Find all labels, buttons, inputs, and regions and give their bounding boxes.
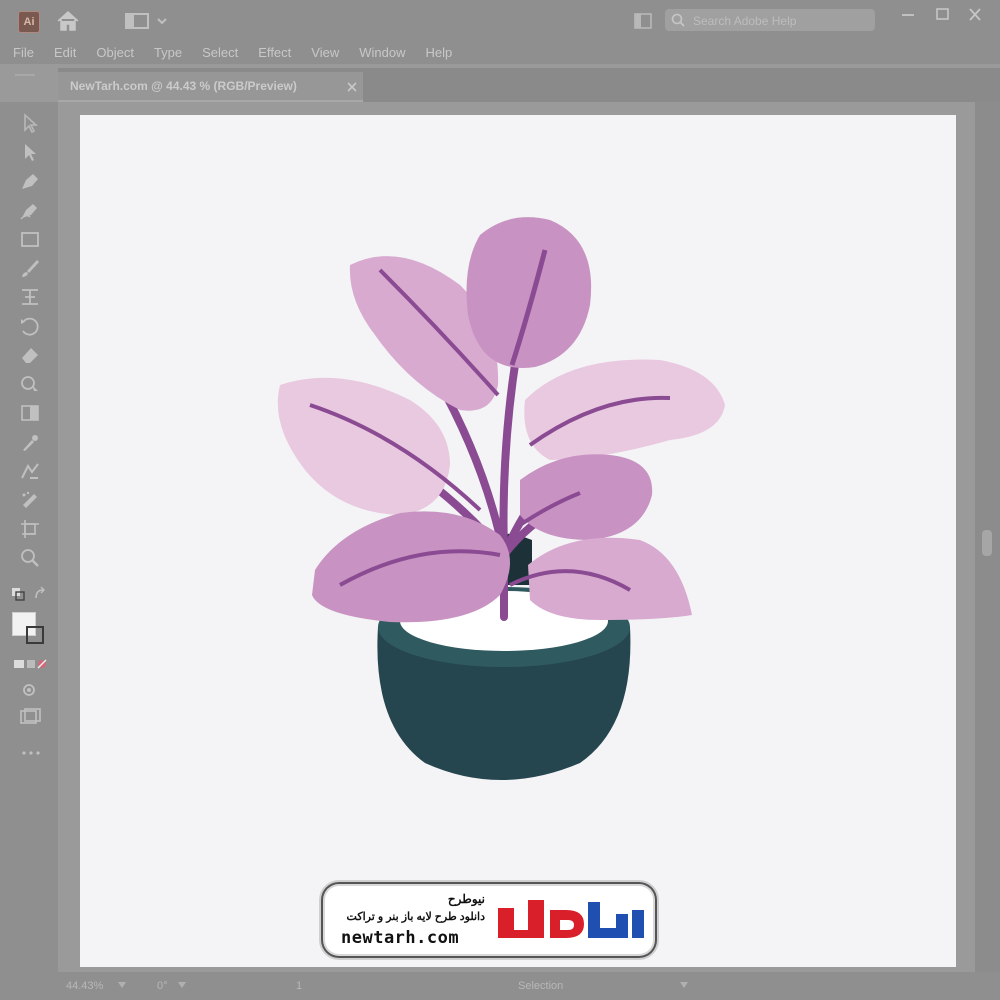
search-icon (671, 13, 685, 27)
close-tab-icon[interactable] (346, 81, 358, 93)
menu-type[interactable]: Type (154, 45, 182, 60)
panel-grip-icon[interactable] (13, 72, 37, 78)
drawing-mode-button[interactable] (18, 679, 42, 701)
direct-selection-tool-icon (25, 144, 36, 161)
screen-mode-icon (20, 708, 41, 724)
status-bar: 44.43% 0° 1 Selection (0, 972, 1000, 1000)
menu-effect[interactable]: Effect (258, 45, 291, 60)
scrollbar-thumb[interactable] (982, 530, 992, 556)
leaf-top-center (466, 217, 592, 368)
vertical-scrollbar[interactable] (975, 102, 1000, 972)
leaf-front-left (312, 511, 510, 623)
current-tool-readout: Selection (518, 980, 564, 992)
menu-window[interactable]: Window (359, 45, 405, 60)
angle-dropdown-icon[interactable] (178, 982, 186, 988)
leaf-left (277, 377, 450, 515)
document-tab-strip: NewTarh.com @ 44.43 % (RGB/Preview) (58, 68, 1000, 102)
shape-builder-tool-icon (21, 376, 38, 391)
artboard-tool[interactable] (18, 518, 42, 540)
tools-panel (0, 74, 58, 972)
curvature-tool[interactable] (18, 199, 42, 221)
arrange-documents-icon[interactable] (633, 11, 653, 31)
gradient-tool[interactable] (18, 402, 42, 424)
watermark-url: newtarh.com (341, 928, 460, 948)
leaf-right (524, 359, 725, 460)
menu-bar: File Edit Object Type Select Effect View… (0, 40, 1000, 64)
watermark-badge: نیوطرح دانلود طرح لایه باز بنر و تراکت n… (325, 886, 653, 954)
eyedropper-tool-icon (23, 435, 38, 451)
rectangle-tool[interactable] (18, 228, 42, 250)
menu-help[interactable]: Help (425, 45, 452, 60)
menu-file[interactable]: File (13, 45, 34, 60)
app-logo: Ai (18, 11, 40, 33)
paintbrush-tool-icon (22, 260, 39, 277)
zoom-tool-icon (21, 549, 39, 567)
shape-builder-tool[interactable] (18, 373, 42, 395)
blend-tool[interactable] (18, 460, 42, 482)
menu-select[interactable]: Select (202, 45, 238, 60)
help-search-box[interactable] (665, 9, 875, 31)
draw-normal-icon (23, 684, 35, 696)
screen-mode-button[interactable] (18, 706, 42, 728)
rotate-tool[interactable] (18, 315, 42, 337)
width-tool-icon (22, 289, 38, 305)
eraser-tool-icon (22, 348, 38, 363)
selection-tool-icon (24, 113, 39, 134)
minimize-window-icon[interactable] (897, 6, 919, 24)
home-icon[interactable] (55, 9, 81, 33)
pen-tool-icon (22, 174, 38, 189)
artboard-canvas[interactable] (80, 115, 956, 967)
zoom-dropdown-icon[interactable] (118, 982, 126, 988)
curvature-tool-icon (20, 204, 37, 220)
selection-tool[interactable] (18, 112, 42, 134)
blend-tool-icon (21, 463, 39, 479)
artboard-number-field[interactable]: 1 (296, 980, 302, 992)
paintbrush-tool[interactable] (18, 257, 42, 279)
rotation-angle-field[interactable]: 0° (157, 980, 168, 992)
rotate-tool-icon (21, 317, 39, 336)
newtarh-logo (498, 900, 644, 938)
gradient-tool-icon (21, 405, 39, 421)
help-search-input[interactable] (691, 11, 871, 31)
pen-tool[interactable] (18, 170, 42, 192)
more-tools-icon[interactable] (20, 750, 42, 756)
eraser-tool[interactable] (18, 344, 42, 366)
close-window-icon[interactable] (964, 6, 986, 24)
swap-fill-stroke-icon (12, 586, 45, 601)
menu-object[interactable]: Object (96, 45, 134, 60)
zoom-level-field[interactable]: 44.43% (66, 980, 103, 992)
rectangle-tool-icon (21, 232, 39, 247)
symbol-sprayer-tool[interactable] (18, 489, 42, 511)
zoom-tool[interactable] (18, 547, 42, 569)
document-tab[interactable]: NewTarh.com @ 44.43 % (RGB/Preview) (58, 72, 363, 102)
document-tab-label: NewTarh.com @ 44.43 % (RGB/Preview) (70, 79, 297, 93)
leaf-right-lower (520, 454, 653, 540)
swap-fill-stroke[interactable] (10, 584, 46, 606)
menu-edit[interactable]: Edit (54, 45, 76, 60)
eyedropper-tool[interactable] (18, 431, 42, 453)
width-tool[interactable] (18, 286, 42, 308)
potted-plant-illustration (277, 217, 725, 780)
status-menu-icon[interactable] (680, 982, 688, 988)
workspace-switcher-icon[interactable] (124, 12, 172, 30)
artboard-tool-icon (21, 520, 39, 538)
direct-selection-tool[interactable] (18, 141, 42, 163)
symbol-sprayer-tool-icon (22, 491, 37, 508)
watermark-brand-text: نیوطرح (447, 892, 485, 906)
color-mode-icon (14, 659, 47, 669)
watermark-tagline: دانلود طرح لایه باز بنر و تراکت (346, 911, 485, 923)
menu-view[interactable]: View (311, 45, 339, 60)
app-bar: Ai (0, 0, 1000, 40)
color-mode-buttons[interactable] (12, 654, 48, 676)
restore-window-icon[interactable] (931, 6, 953, 24)
stroke-color-swatch[interactable] (26, 626, 44, 644)
